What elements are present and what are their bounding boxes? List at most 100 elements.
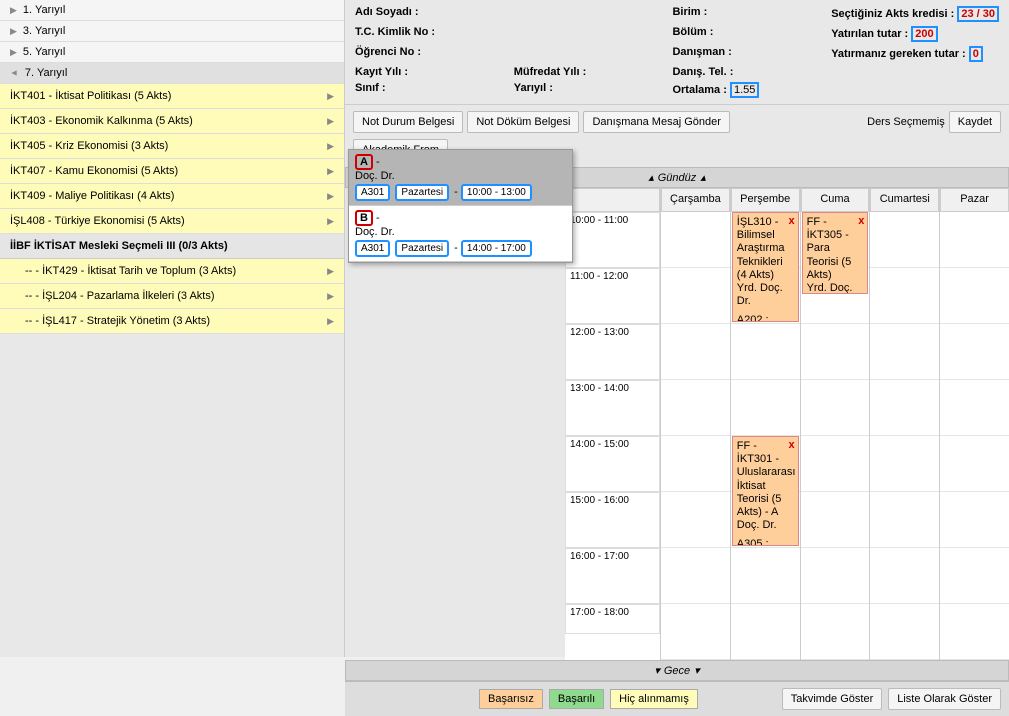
room-pill: A301 xyxy=(355,184,390,201)
time-label: 11:00 - 12:00 xyxy=(565,268,660,324)
course-block-text: FF - İKT301 - Uluslararası İktisat Teori… xyxy=(737,440,794,532)
chevron-right-icon: ▶ xyxy=(327,91,334,102)
elective-item[interactable]: -- - İŞL204 - Pazarlama İlkeleri (3 Akts… xyxy=(0,284,344,309)
time-label: 16:00 - 17:00 xyxy=(565,548,660,604)
instructor-name: Doç. Dr. xyxy=(355,170,566,182)
time-label: 17:00 - 18:00 xyxy=(565,604,660,634)
left-sidebar: ▶1. Yarıyıl ▶3. Yarıyıl ▶5. Yarıyıl ▼7. … xyxy=(0,0,345,657)
chevron-right-icon: ▶ xyxy=(327,291,334,302)
section-letter: A xyxy=(355,154,373,170)
day-header: Cumartesi xyxy=(870,188,939,212)
label-class: Sınıf : xyxy=(355,82,386,94)
legend-pass: Başarılı xyxy=(549,689,604,709)
due-value: 0 xyxy=(973,48,979,60)
label-studentno: Öğrenci No : xyxy=(355,46,421,58)
day-pill: Pazartesi xyxy=(395,240,449,257)
action-button-bar: Not Durum Belgesi Not Döküm Belgesi Danı… xyxy=(345,105,1009,139)
section-popup: A - Doç. Dr. A301 Pazartesi - 10:00 - 13… xyxy=(348,149,573,263)
remove-course-icon[interactable]: x xyxy=(858,215,864,228)
time-label: 14:00 - 15:00 xyxy=(565,436,660,492)
legend-fail: Başarısız xyxy=(479,689,543,709)
course-item[interactable]: İKT409 - Maliye Politikası (4 Akts)▶ xyxy=(0,184,344,209)
main-panel: Adı Soyadı : Birim : Seçtiğiniz Akts kre… xyxy=(345,0,1009,657)
gpa-value: 1.55 xyxy=(730,82,759,98)
chevron-up-icon: ▴ xyxy=(648,171,654,184)
label-akts: Seçtiğiniz Akts kredisi : xyxy=(831,8,954,20)
label-gpa: Ortalama : xyxy=(672,84,726,96)
label-dept: Bölüm : xyxy=(672,26,713,38)
semester-item-7[interactable]: ▼7. Yarıyıl xyxy=(0,63,344,84)
paid-value: 200 xyxy=(915,28,933,40)
course-block-room: A202 : 10:00 - 13:00 xyxy=(737,314,794,322)
chevron-down-icon: ▾ xyxy=(654,664,660,677)
course-item[interactable]: İŞL408 - Türkiye Ekonomisi (5 Akts)▶ xyxy=(0,209,344,234)
semester-item-5[interactable]: ▶5. Yarıyıl xyxy=(0,42,344,63)
not-dokum-button[interactable]: Not Döküm Belgesi xyxy=(467,111,579,133)
student-info-bar: Adı Soyadı : Birim : Seçtiğiniz Akts kre… xyxy=(345,0,1009,105)
chevron-right-icon: ▶ xyxy=(327,216,334,227)
label-advisor: Danışman : xyxy=(672,46,731,58)
label-advisor-tel: Danış. Tel. : xyxy=(672,66,733,78)
akts-value: 23 / 30 xyxy=(961,8,995,20)
day-pill: Pazartesi xyxy=(395,184,449,201)
time-pill: 14:00 - 17:00 xyxy=(461,240,532,257)
semester-item-1[interactable]: ▶1. Yarıyıl xyxy=(0,0,344,21)
instructor-name: Doç. Dr. xyxy=(355,226,566,238)
chevron-down-icon: ▼ xyxy=(9,69,19,78)
chevron-right-icon: ▶ xyxy=(327,141,334,152)
course-block[interactable]: xİŞL310 - Bilimsel Araştırma Teknikleri … xyxy=(732,212,799,322)
chevron-right-icon: ▶ xyxy=(10,26,17,37)
ders-secmemis-label: Ders Seçmemiş xyxy=(867,116,945,128)
time-label: 12:00 - 13:00 xyxy=(565,324,660,380)
danisman-mesaj-button[interactable]: Danışmana Mesaj Gönder xyxy=(583,111,729,133)
legend-bar: Başarısız Başarılı Hiç alınmamış Takvimd… xyxy=(345,681,1009,716)
day-header: Cuma xyxy=(801,188,870,212)
course-item[interactable]: İKT403 - Ekonomik Kalkınma (5 Akts)▶ xyxy=(0,109,344,134)
course-item[interactable]: İKT407 - Kamu Ekonomisi (5 Akts)▶ xyxy=(0,159,344,184)
kaydet-button[interactable]: Kaydet xyxy=(949,111,1001,133)
room-pill: A301 xyxy=(355,240,390,257)
day-header: Pazar xyxy=(940,188,1009,212)
popup-section-b[interactable]: B - Doç. Dr. A301 Pazartesi - 14:00 - 17… xyxy=(349,206,572,262)
time-label: 15:00 - 16:00 xyxy=(565,492,660,548)
day-header: Perşembe xyxy=(731,188,800,212)
elective-item[interactable]: -- - İŞL417 - Stratejik Yönetim (3 Akts)… xyxy=(0,309,344,334)
elective-item[interactable]: -- - İKT429 - İktisat Tarih ve Toplum (3… xyxy=(0,259,344,284)
schedule-grid: 10:00 - 11:00 11:00 - 12:00 12:00 - 13:0… xyxy=(565,188,1009,660)
time-label: 10:00 - 11:00 xyxy=(565,212,660,268)
popup-section-a[interactable]: A - Doç. Dr. A301 Pazartesi - 10:00 - 13… xyxy=(349,150,572,206)
chevron-up-icon: ▴ xyxy=(700,171,706,184)
label-paid: Yatırılan tutar : xyxy=(831,28,908,40)
remove-course-icon[interactable]: x xyxy=(788,439,794,452)
chevron-right-icon: ▶ xyxy=(327,266,334,277)
course-item[interactable]: İKT405 - Kriz Ekonomisi (3 Akts)▶ xyxy=(0,134,344,159)
liste-goster-button[interactable]: Liste Olarak Göster xyxy=(888,688,1001,710)
semester-item-3[interactable]: ▶3. Yarıyıl xyxy=(0,21,344,42)
label-tc: T.C. Kimlik No : xyxy=(355,26,435,38)
time-pill: 10:00 - 13:00 xyxy=(461,184,532,201)
label-semester: Yarıyıl : xyxy=(514,82,553,94)
day-header: Çarşamba xyxy=(661,188,730,212)
label-name: Adı Soyadı : xyxy=(355,6,419,18)
remove-course-icon[interactable]: x xyxy=(788,215,794,228)
label-due: Yatırmanız gereken tutar : xyxy=(831,48,966,60)
label-unit: Birim : xyxy=(672,6,707,18)
takvim-goster-button[interactable]: Takvimde Göster xyxy=(782,688,883,710)
course-block-text: İŞL310 - Bilimsel Araştırma Teknikleri (… xyxy=(737,216,794,308)
course-block[interactable]: xFF - İKT305 - Para Teorisi (5 Akts) Yrd… xyxy=(802,212,869,294)
label-reg-year: Kayıt Yılı : xyxy=(355,66,408,78)
chevron-right-icon: ▶ xyxy=(327,116,334,127)
label-curriculum-year: Müfredat Yılı : xyxy=(514,66,587,78)
section-letter: B xyxy=(355,210,373,226)
course-block-text: FF - İKT305 - Para Teorisi (5 Akts) Yrd.… xyxy=(807,216,864,294)
not-durum-button[interactable]: Not Durum Belgesi xyxy=(353,111,463,133)
chevron-right-icon: ▶ xyxy=(327,191,334,202)
elective-header[interactable]: İİBF İKTİSAT Mesleki Seçmeli III (0/3 Ak… xyxy=(0,234,344,259)
time-label: 13:00 - 14:00 xyxy=(565,380,660,436)
chevron-down-icon: ▾ xyxy=(694,664,700,677)
course-item[interactable]: İKT401 - İktisat Politikası (5 Akts)▶ xyxy=(0,84,344,109)
night-section-toggle[interactable]: ▾ Gece ▾ xyxy=(345,660,1009,681)
course-block-room: A305 : 14:00 - 17:00 xyxy=(737,538,794,546)
course-block[interactable]: xFF - İKT301 - Uluslararası İktisat Teor… xyxy=(732,436,799,546)
chevron-right-icon: ▶ xyxy=(10,5,17,16)
